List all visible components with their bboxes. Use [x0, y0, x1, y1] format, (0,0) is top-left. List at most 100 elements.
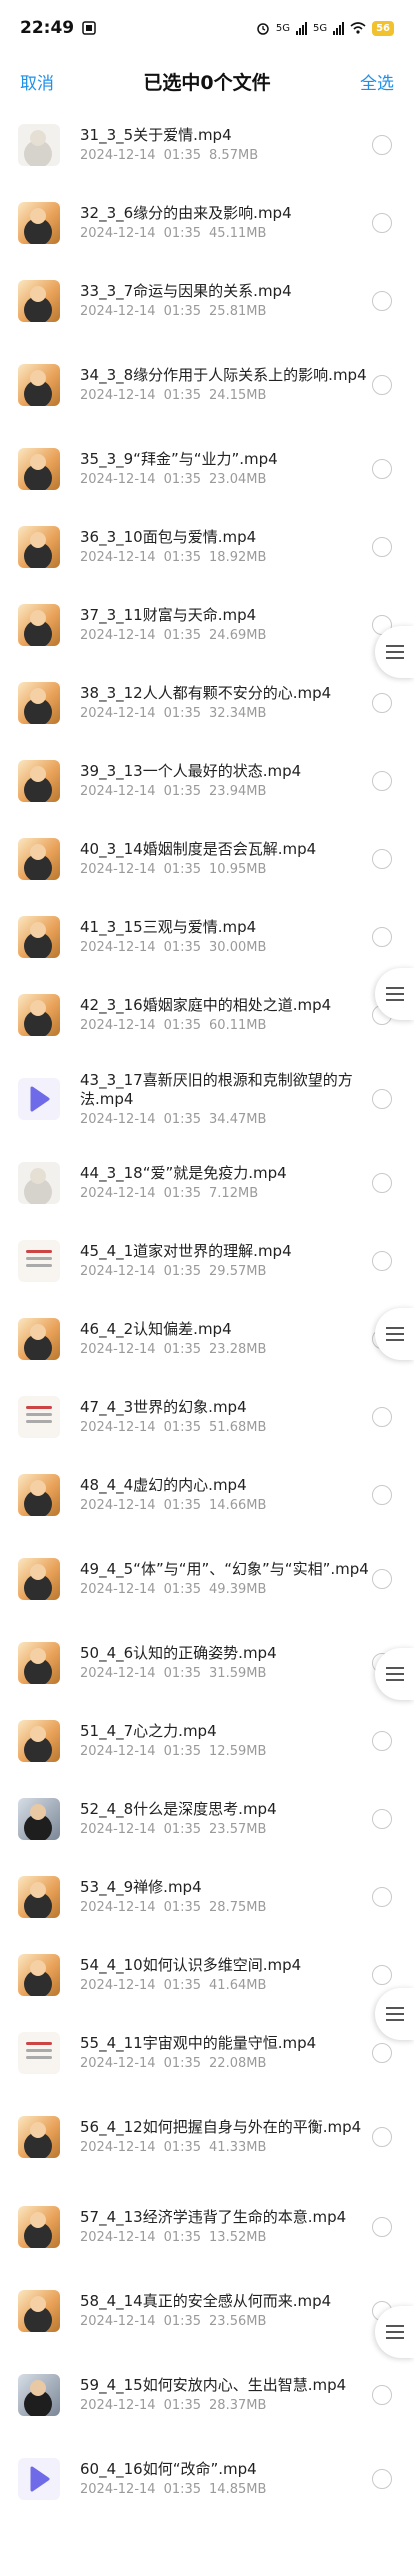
video-thumbnail — [18, 1558, 60, 1600]
file-row[interactable]: 46_4_2认知偏差.mp4 2024-12-14 01:35 23.28MB — [0, 1300, 414, 1378]
file-row[interactable]: 53_4_9禅修.mp4 2024-12-14 01:35 28.75MB — [0, 1858, 414, 1936]
select-radio[interactable] — [372, 1809, 392, 1829]
file-size: 18.92MB — [209, 550, 267, 565]
select-radio[interactable] — [372, 2385, 392, 2405]
file-row[interactable]: 48_4_4虚幻的内心.mp4 2024-12-14 01:35 14.66MB — [0, 1456, 414, 1534]
file-row[interactable]: 60_4_16如何“改命”.mp4 2024-12-14 01:35 14.85MB — [0, 2440, 414, 2518]
select-radio[interactable] — [372, 537, 392, 557]
select-radio[interactable] — [372, 1569, 392, 1589]
select-radio[interactable] — [372, 2469, 392, 2489]
file-name: 57_4_13经济学违背了生命的本意.mp4 — [80, 2208, 347, 2226]
file-row[interactable]: 31_3_5关于爱情.mp4 2024-12-14 01:35 8.57MB — [0, 106, 414, 184]
file-info: 2024-12-14 01:35 41.64MB — [80, 1978, 370, 1994]
file-meta: 44_3_18“爱”就是免疫力.mp4 2024-12-14 01:35 7.12MB — [80, 1164, 370, 1202]
file-date: 2024-12-14 — [80, 472, 156, 487]
file-date: 2024-12-14 — [80, 1666, 156, 1681]
select-radio[interactable] — [372, 2043, 392, 2063]
select-radio[interactable] — [372, 375, 392, 395]
file-row[interactable]: 36_3_10面包与爱情.mp4 2024-12-14 01:35 18.92MB — [0, 508, 414, 586]
file-time: 01:35 — [163, 706, 202, 721]
file-name: 60_4_16如何“改命”.mp4 — [80, 2460, 257, 2478]
file-name: 48_4_4虚幻的内心.mp4 — [80, 1476, 247, 1494]
file-row[interactable]: 35_3_9“拜金”与“业力”.mp4 2024-12-14 01:35 23.04M… — [0, 430, 414, 508]
file-row[interactable]: 47_4_3世界的幻象.mp4 2024-12-14 01:35 51.68MB — [0, 1378, 414, 1456]
select-radio[interactable] — [372, 2127, 392, 2147]
file-row[interactable]: 37_3_11财富与天命.mp4 2024-12-14 01:35 24.69MB — [0, 586, 414, 664]
select-radio[interactable] — [372, 1887, 392, 1907]
video-thumbnail — [18, 1162, 60, 1204]
file-info: 2024-12-14 01:35 28.75MB — [80, 1900, 370, 1916]
file-date: 2024-12-14 — [80, 2314, 156, 2329]
file-row[interactable]: 59_4_15如何安放内心、生出智慧.mp4 2024-12-14 01:35 28.… — [0, 2350, 414, 2440]
video-thumbnail — [18, 1240, 60, 1282]
file-name: 49_4_5“体”与“用”、“幻象”与“实相”.mp4 — [80, 1560, 369, 1578]
file-size: 28.75MB — [209, 1900, 267, 1915]
file-row[interactable]: 42_3_16婚姻家庭中的相处之道.mp4 2024-12-14 01:35 60.1… — [0, 976, 414, 1054]
file-row[interactable]: 41_3_15三观与爱情.mp4 2024-12-14 01:35 30.00MB — [0, 898, 414, 976]
file-size: 13.52MB — [209, 2230, 267, 2245]
file-meta: 57_4_13经济学违背了生命的本意.mp4 2024-12-14 01:35 13.… — [80, 2208, 370, 2246]
file-row[interactable]: 55_4_11宇宙观中的能量守恒.mp4 2024-12-14 01:35 22.08… — [0, 2014, 414, 2092]
file-row[interactable]: 44_3_18“爱”就是免疫力.mp4 2024-12-14 01:35 7.12MB — [0, 1144, 414, 1222]
file-info: 2024-12-14 01:35 30.00MB — [80, 940, 370, 956]
file-row[interactable]: 57_4_13经济学违背了生命的本意.mp4 2024-12-14 01:35 13.… — [0, 2182, 414, 2272]
file-size: 23.28MB — [209, 1342, 267, 1357]
select-radio[interactable] — [372, 135, 392, 155]
menu-lines-icon — [385, 2007, 404, 2021]
select-radio[interactable] — [372, 213, 392, 233]
file-date: 2024-12-14 — [80, 1498, 156, 1513]
select-radio[interactable] — [372, 2217, 392, 2237]
file-size: 28.37MB — [209, 2398, 267, 2413]
file-size: 12.59MB — [209, 1744, 267, 1759]
file-info: 2024-12-14 01:35 31.59MB — [80, 1666, 370, 1682]
file-meta: 35_3_9“拜金”与“业力”.mp4 2024-12-14 01:35 23.04M… — [80, 450, 370, 488]
file-info: 2024-12-14 01:35 25.81MB — [80, 304, 370, 320]
select-radio[interactable] — [372, 849, 392, 869]
file-row[interactable]: 43_3_17喜新厌旧的根源和克制欲望的方法.mp4 2024-12-14 01:3… — [0, 1054, 414, 1144]
file-date: 2024-12-14 — [80, 1420, 156, 1435]
menu-lines-icon — [385, 1667, 404, 1681]
file-row[interactable]: 39_3_13一个人最好的状态.mp4 2024-12-14 01:35 23.94M… — [0, 742, 414, 820]
select-radio[interactable] — [372, 1731, 392, 1751]
file-row[interactable]: 56_4_12如何把握自身与外在的平衡.mp4 2024-12-14 01:35 41… — [0, 2092, 414, 2182]
video-thumbnail — [18, 760, 60, 802]
file-info: 2024-12-14 01:35 23.28MB — [80, 1342, 370, 1358]
file-row[interactable]: 58_4_14真正的安全感从何而来.mp4 2024-12-14 01:35 23.5… — [0, 2272, 414, 2350]
menu-lines-icon — [385, 2325, 404, 2339]
file-row[interactable]: 54_4_10如何认识多维空间.mp4 2024-12-14 01:35 41.64M… — [0, 1936, 414, 2014]
select-radio[interactable] — [372, 291, 392, 311]
video-thumbnail — [18, 2032, 60, 2074]
select-radio[interactable] — [372, 1089, 392, 1109]
cancel-button[interactable]: 取消 — [20, 69, 54, 94]
file-meta: 42_3_16婚姻家庭中的相处之道.mp4 2024-12-14 01:35 60.1… — [80, 996, 370, 1034]
select-radio[interactable] — [372, 1407, 392, 1427]
file-size: 49.39MB — [209, 1582, 267, 1597]
select-radio[interactable] — [372, 1173, 392, 1193]
file-size: 14.85MB — [209, 2482, 267, 2497]
select-radio[interactable] — [372, 1251, 392, 1271]
select-radio[interactable] — [372, 927, 392, 947]
file-row[interactable]: 34_3_8缘分作用于人际关系上的影响.mp4 2024-12-14 01:35 24… — [0, 340, 414, 430]
file-row[interactable]: 38_3_12人人都有颗不安分的心.mp4 2024-12-14 01:35 32.3… — [0, 664, 414, 742]
video-thumbnail — [18, 526, 60, 568]
file-meta: 39_3_13一个人最好的状态.mp4 2024-12-14 01:35 23.94M… — [80, 762, 370, 800]
select-radio[interactable] — [372, 771, 392, 791]
select-all-button[interactable]: 全选 — [360, 69, 394, 94]
file-info: 2024-12-14 01:35 24.69MB — [80, 628, 370, 644]
file-row[interactable]: 32_3_6缘分的由来及影响.mp4 2024-12-14 01:35 45.11MB — [0, 184, 414, 262]
file-name: 59_4_15如何安放内心、生出智慧.mp4 — [80, 2376, 347, 2394]
select-radio[interactable] — [372, 1965, 392, 1985]
file-row[interactable]: 52_4_8什么是深度思考.mp4 2024-12-14 01:35 23.57MB — [0, 1780, 414, 1858]
select-radio[interactable] — [372, 693, 392, 713]
file-meta: 46_4_2认知偏差.mp4 2024-12-14 01:35 23.28MB — [80, 1320, 370, 1358]
file-row[interactable]: 40_3_14婚姻制度是否会瓦解.mp4 2024-12-14 01:35 10.95… — [0, 820, 414, 898]
file-row[interactable]: 49_4_5“体”与“用”、“幻象”与“实相”.mp4 2024-12-14 01:… — [0, 1534, 414, 1624]
menu-lines-icon — [385, 1327, 404, 1341]
file-row[interactable]: 33_3_7命运与因果的关系.mp4 2024-12-14 01:35 25.81MB — [0, 262, 414, 340]
file-row[interactable]: 50_4_6认知的正确姿势.mp4 2024-12-14 01:35 31.59MB — [0, 1624, 414, 1702]
file-name: 45_4_1道家对世界的理解.mp4 — [80, 1242, 292, 1260]
select-radio[interactable] — [372, 1485, 392, 1505]
select-radio[interactable] — [372, 459, 392, 479]
file-row[interactable]: 45_4_1道家对世界的理解.mp4 2024-12-14 01:35 29.57MB — [0, 1222, 414, 1300]
file-row[interactable]: 51_4_7心之力.mp4 2024-12-14 01:35 12.59MB — [0, 1702, 414, 1780]
